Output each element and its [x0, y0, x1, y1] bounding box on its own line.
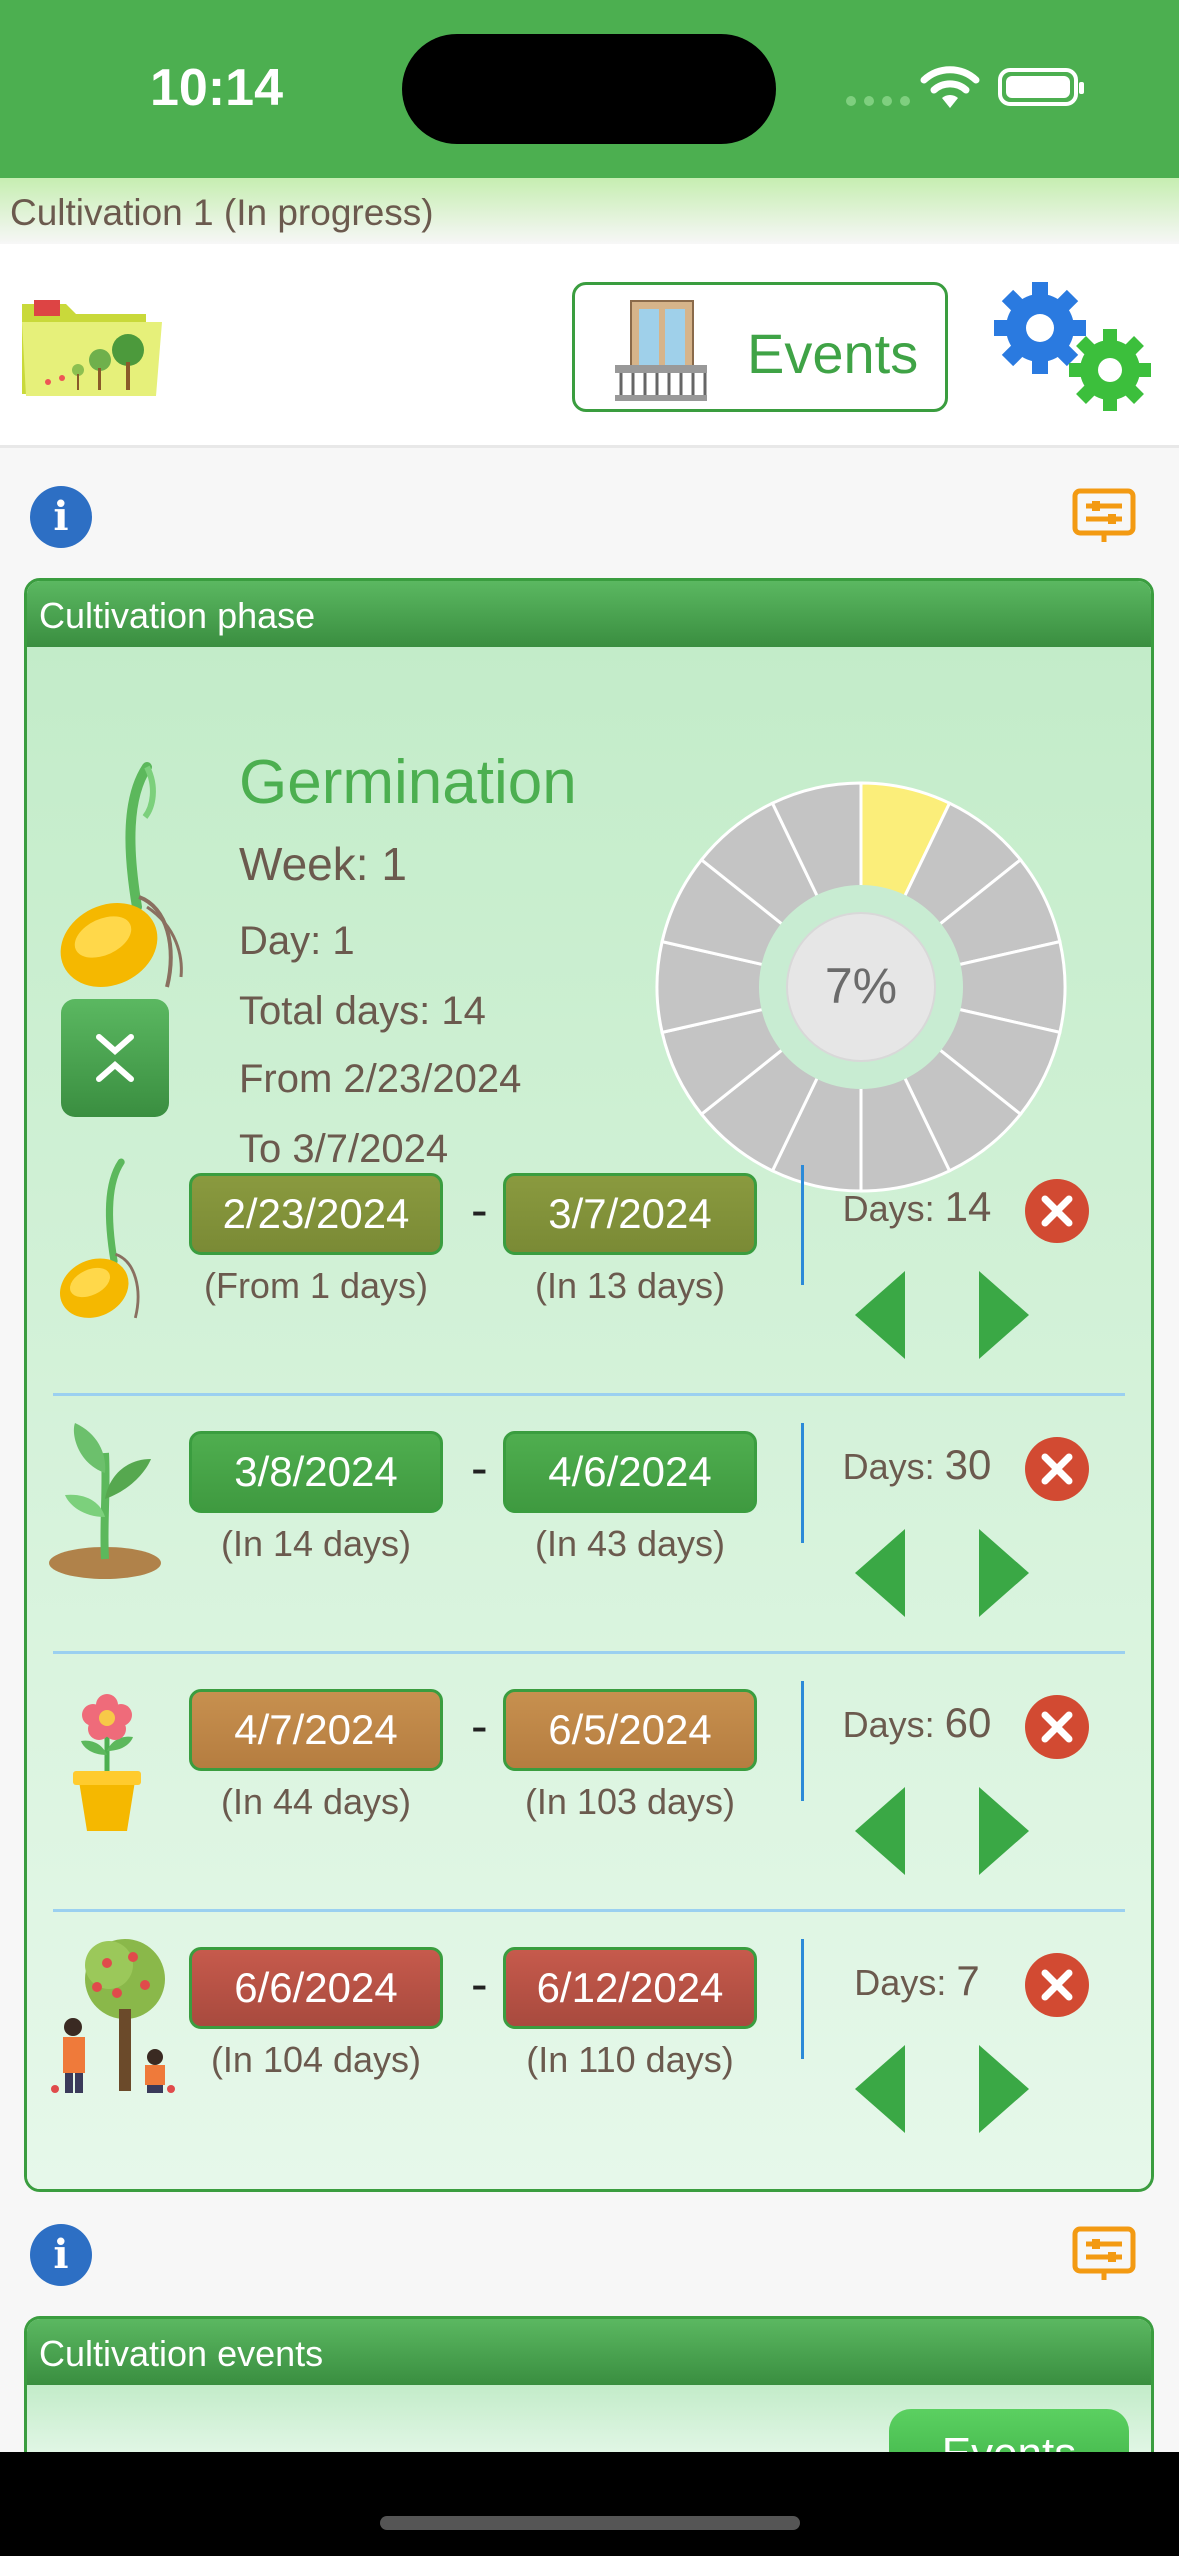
phase-days-value: 14	[944, 1183, 992, 1230]
end-date-button[interactable]: 4/6/2024	[503, 1431, 757, 1513]
phase-row: 4/7/2024 (In 44 days) - 6/5/2024 (In 103…	[27, 1653, 1151, 1911]
info-icon[interactable]: i	[30, 2224, 92, 2286]
phase-week: Week: 1	[239, 838, 407, 890]
decrease-days-arrow-icon[interactable]	[853, 2043, 907, 2135]
increase-days-arrow-icon[interactable]	[977, 1527, 1031, 1619]
home-bar-area	[0, 2452, 1179, 2556]
home-indicator[interactable]	[380, 2516, 800, 2530]
phase-days: Days: 60	[842, 1699, 992, 1746]
battery-icon	[998, 68, 1084, 106]
filter-settings-icon[interactable]	[1072, 488, 1136, 544]
increase-days-arrow-icon[interactable]	[977, 1269, 1031, 1361]
phase-days-value: 7	[956, 1957, 980, 2004]
phase-row: 2/23/2024 (From 1 days) - 3/7/2024 (In 1…	[27, 1137, 1151, 1395]
cultivation-phase-body: Germination Week: 1 Day: 1 Total days: 1…	[27, 647, 1151, 2189]
row-divider	[801, 1165, 804, 1285]
close-icon	[1041, 1969, 1073, 2001]
remove-phase-button[interactable]	[1025, 1953, 1089, 2017]
events-button[interactable]: Events	[572, 282, 948, 412]
toolbar: Events	[0, 244, 1179, 448]
wifi-icon	[920, 66, 980, 108]
cultivation-phase-title: Cultivation phase	[27, 581, 1151, 647]
status-time: 10:14	[150, 59, 283, 117]
start-date-button[interactable]: 4/7/2024	[189, 1689, 443, 1771]
phase-total-days: Total days: 14	[239, 989, 486, 1033]
start-date-button[interactable]: 2/23/2024	[189, 1173, 443, 1255]
signal-dots-icon	[846, 96, 910, 106]
settings-gears-icon[interactable]	[990, 278, 1158, 418]
phase-day: Day: 1	[239, 919, 355, 963]
end-date-button[interactable]: 6/12/2024	[503, 1947, 757, 2029]
decrease-days-arrow-icon[interactable]	[853, 1527, 907, 1619]
remove-phase-button[interactable]	[1025, 1695, 1089, 1759]
cultivation-events-panel: Cultivation events Events	[24, 2316, 1154, 2456]
phase-days-value: 30	[944, 1441, 992, 1488]
progress-percent-label: 7%	[825, 958, 897, 1014]
phase-row: 3/8/2024 (In 14 days) - 4/6/2024 (In 43 …	[27, 1395, 1151, 1653]
close-icon	[1041, 1711, 1073, 1743]
remove-phase-button[interactable]	[1025, 1437, 1089, 1501]
start-date-button[interactable]: 6/6/2024	[189, 1947, 443, 2029]
flower-pot-icon	[73, 1694, 141, 1831]
decrease-days-arrow-icon[interactable]	[853, 1269, 907, 1361]
start-date-relative: (From 1 days)	[203, 1265, 429, 1306]
cultivation-phase-panel: Cultivation phase Germination Week: 1 Da…	[24, 578, 1154, 2192]
date-range-dash: -	[471, 1956, 488, 2012]
end-date-button[interactable]: 6/5/2024	[503, 1689, 757, 1771]
dynamic-island	[402, 34, 776, 144]
end-date-relative: (In 110 days)	[526, 2039, 734, 2080]
status-bar: 10:14	[0, 0, 1179, 178]
end-date-relative: (In 103 days)	[524, 1781, 736, 1822]
seed-sprout-icon	[60, 762, 183, 988]
end-date-relative: (In 13 days)	[534, 1265, 726, 1306]
start-date-relative: (In 44 days)	[220, 1781, 412, 1822]
info-icon[interactable]: i	[30, 486, 92, 548]
chevron-collapse-icon	[96, 1034, 134, 1082]
events-button-label: Events	[747, 322, 919, 385]
cultivation-title-band: Cultivation 1 (In progress)	[0, 178, 1179, 244]
close-icon	[1041, 1453, 1073, 1485]
date-range-dash: -	[471, 1440, 488, 1496]
increase-days-arrow-icon[interactable]	[977, 1785, 1031, 1877]
start-date-relative: (In 104 days)	[210, 2039, 422, 2080]
end-date-button[interactable]: 3/7/2024	[503, 1173, 757, 1255]
cultivation-events-title: Cultivation events	[27, 2319, 1151, 2385]
row-divider	[801, 1681, 804, 1801]
row-divider	[801, 1423, 804, 1543]
filter-settings-icon[interactable]	[1072, 2226, 1136, 2282]
phase-days: Days: 7	[854, 1957, 980, 2004]
folder-trees-icon[interactable]	[18, 292, 168, 404]
phase-row: 6/6/2024 (In 104 days) - 6/12/2024 (In 1…	[27, 1911, 1151, 2169]
phase-days-value: 60	[944, 1699, 992, 1746]
young-plant-icon	[49, 1423, 161, 1579]
end-date-relative: (In 43 days)	[534, 1523, 726, 1564]
phase-progress-donut: 7%	[655, 781, 1067, 1193]
start-date-button[interactable]: 3/8/2024	[189, 1431, 443, 1513]
increase-days-arrow-icon[interactable]	[977, 2043, 1031, 2135]
start-date-relative: (In 14 days)	[220, 1523, 412, 1564]
remove-phase-button[interactable]	[1025, 1179, 1089, 1243]
close-icon	[1041, 1195, 1073, 1227]
balcony-icon	[615, 300, 707, 401]
phase-name: Germination	[239, 748, 577, 817]
row-divider	[801, 1939, 804, 2059]
harvest-tree-icon	[51, 1939, 175, 2093]
phase-from-date: From 2/23/2024	[239, 1057, 522, 1101]
date-range-dash: -	[471, 1698, 488, 1754]
events-panel-button[interactable]: Events	[889, 2409, 1129, 2456]
cultivation-title: Cultivation 1 (In progress)	[10, 192, 434, 233]
date-range-dash: -	[471, 1182, 488, 1238]
expand-collapse-button[interactable]	[61, 999, 169, 1117]
phase-days: Days: 30	[842, 1441, 992, 1488]
phase-days: Days: 14	[842, 1183, 992, 1230]
decrease-days-arrow-icon[interactable]	[853, 1785, 907, 1877]
seedling-sprout-icon	[59, 1158, 140, 1319]
